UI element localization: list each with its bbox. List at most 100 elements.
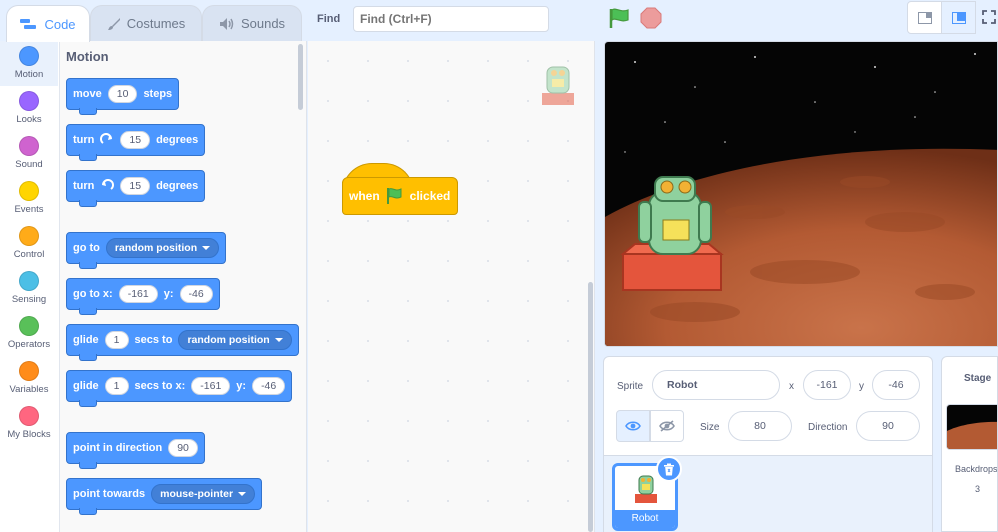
tab-sounds[interactable]: Sounds [202,5,302,41]
stage-selector-pane[interactable]: Stage Backdrops 3 [941,356,998,532]
tab-costumes[interactable]: Costumes [90,5,202,41]
robot-icon [542,66,574,105]
robot-icon [635,475,657,503]
backdrops-label: Backdrops [955,464,998,474]
block-text: move [73,88,102,100]
category-label: Looks [16,114,42,125]
events-color-dot [19,181,39,201]
y-label: y [859,381,864,392]
glide-target-dropdown[interactable]: random position [178,330,292,350]
y-input[interactable]: -46 [872,370,920,400]
x-label: x [789,381,794,392]
category-label: Motion [14,69,44,80]
sprite-name-input[interactable]: Robot [652,370,780,400]
block-text: go to x: [73,288,113,300]
variables-color-dot [19,361,39,381]
block-text: point towards [73,488,146,500]
large-stage-button[interactable] [941,1,976,34]
stage-backdrop [605,42,997,346]
degrees-input[interactable]: 15 [120,131,151,149]
eye-slash-icon [659,420,675,432]
block-text: secs to [134,334,173,346]
green-flag-icon [609,8,629,28]
stop-button[interactable] [640,7,662,34]
category-label: Variables [9,384,49,395]
block-text: turn [73,180,95,192]
point-in-direction-block[interactable]: point in direction 90 [66,432,205,469]
y-input[interactable]: -46 [179,285,213,303]
category-sound[interactable]: Sound [0,131,58,176]
point-towards-dropdown[interactable]: mouse-pointer [151,484,256,504]
tab-code[interactable]: Code [6,5,90,42]
category-variables[interactable]: Variables [0,356,58,401]
go-to-xy-block[interactable]: go to x: -161 y: -46 [66,278,220,315]
stage-thumbnail[interactable] [946,404,997,450]
y-input[interactable]: -46 [252,377,286,395]
glide-block[interactable]: glide 1 secs to random position [66,324,299,361]
steps-input[interactable]: 10 [107,85,138,103]
large-stage-icon [951,11,966,24]
secs-input[interactable]: 1 [104,331,129,349]
my-blocks-color-dot [19,406,39,426]
go-to-block[interactable]: go to random position [66,232,227,269]
workspace-sprite-watermark [536,59,580,109]
size-input[interactable]: 80 [728,411,792,441]
category-label: Sound [15,159,43,170]
paintbrush-icon [107,17,120,30]
secs-input[interactable]: 1 [104,377,129,395]
block-text: y: [163,288,174,300]
x-input[interactable]: -161 [803,370,851,400]
when-flag-clicked-block[interactable]: when clicked [342,163,458,215]
block-text: degrees [156,134,199,146]
block-palette: Motion move 10 steps turn 15 degrees tur… [60,41,307,532]
code-icon [20,19,37,29]
sensing-color-dot [19,271,39,291]
category-label: Control [13,249,45,260]
script-workspace[interactable]: when clicked [308,41,595,532]
glide-xy-block[interactable]: glide 1 secs to x: -161 y: -46 [66,370,293,407]
degrees-input[interactable]: 15 [120,177,151,195]
direction-label: Direction [808,422,848,433]
hide-sprite-button[interactable] [650,410,684,442]
category-operators[interactable]: Operators [0,311,58,356]
go-to-target-dropdown[interactable]: random position [105,238,220,258]
category-events[interactable]: Events [0,176,58,221]
control-color-dot [19,226,39,246]
turn-left-block[interactable]: turn 15 degrees [66,170,206,207]
x-input[interactable]: -161 [191,377,231,395]
tab-costumes-label: Costumes [126,16,186,31]
green-flag-button[interactable] [608,7,632,34]
turn-right-block[interactable]: turn 15 degrees [66,124,206,161]
fullscreen-icon [982,10,996,24]
move-steps-block[interactable]: move 10 steps [66,78,180,115]
category-label: Sensing [11,294,47,305]
stage[interactable] [604,41,998,347]
stage-pane-title: Stage [964,373,992,384]
direction-input[interactable]: 90 [856,411,920,441]
category-motion[interactable]: Motion [0,41,58,86]
small-stage-button[interactable] [907,1,942,34]
direction-input[interactable]: 90 [168,439,198,457]
category-control[interactable]: Control [0,221,58,266]
show-sprite-button[interactable] [616,410,650,442]
palette-scrollbar[interactable] [298,44,303,110]
small-stage-icon [917,11,932,24]
point-towards-block[interactable]: point towards mouse-pointer [66,478,263,515]
category-looks[interactable]: Looks [0,86,58,131]
sprite-tile-name: Robot [615,510,675,528]
workspace-scrollbar[interactable] [588,282,593,532]
fullscreen-button[interactable] [982,10,996,29]
stage-thumbnail-image [947,405,997,449]
category-label: Events [14,204,44,215]
motion-color-dot [19,46,39,66]
category-label: Operators [7,339,51,350]
category-my-blocks[interactable]: My Blocks [0,401,58,446]
delete-sprite-button[interactable] [656,456,682,482]
x-input[interactable]: -161 [118,285,158,303]
block-text: go to [73,242,100,254]
sprite-label: Sprite [617,381,644,392]
category-sensing[interactable]: Sensing [0,266,58,311]
block-text: point in direction [73,442,163,454]
tab-code-label: Code [44,16,76,32]
find-input[interactable] [353,6,549,32]
